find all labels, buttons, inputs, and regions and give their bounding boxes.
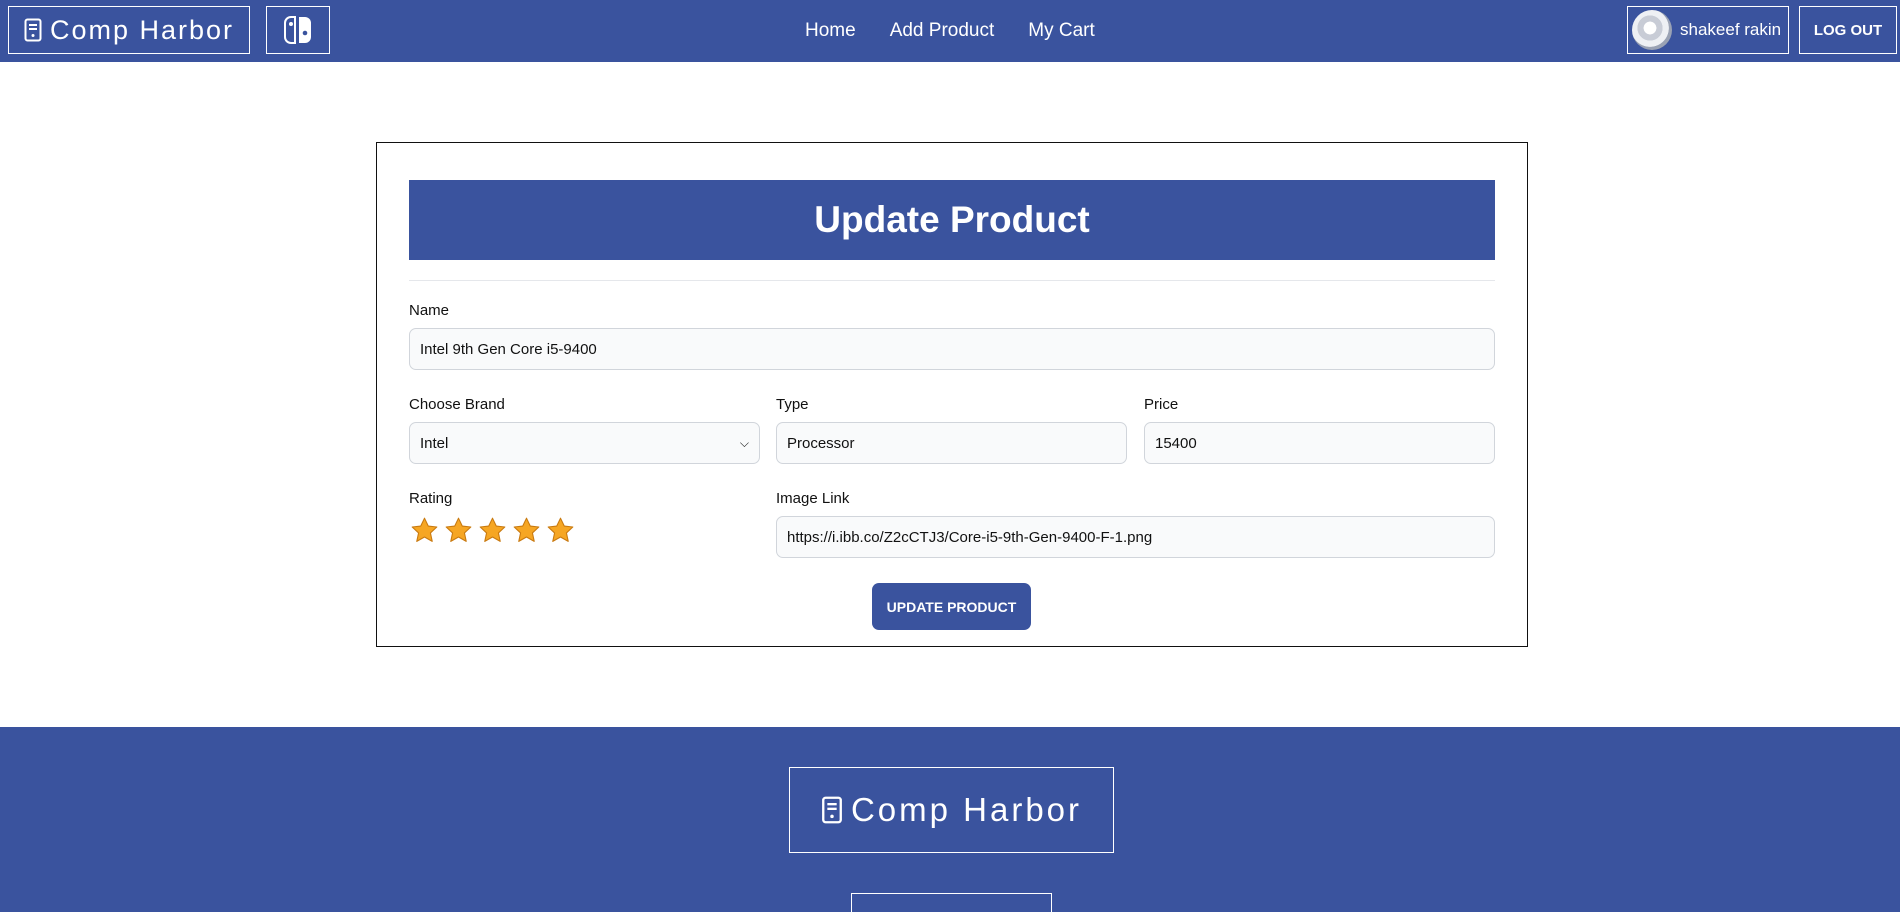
star-icon[interactable] bbox=[478, 516, 507, 545]
name-input[interactable]: Intel 9th Gen Core i5-9400 bbox=[409, 328, 1495, 370]
divider bbox=[409, 280, 1495, 281]
name-value: Intel 9th Gen Core i5-9400 bbox=[420, 340, 597, 358]
brand-name: Comp Harbor bbox=[49, 14, 235, 45]
computer-tower-icon bbox=[822, 796, 842, 824]
game-switch-icon bbox=[284, 16, 311, 44]
image-link-label: Image Link bbox=[776, 490, 850, 507]
price-value: 15400 bbox=[1155, 434, 1197, 452]
nav-link-home[interactable]: Home bbox=[805, 20, 856, 42]
brand-logo[interactable]: Comp Harbor bbox=[8, 6, 250, 54]
brand-select[interactable]: Intel ⌵ bbox=[409, 422, 760, 464]
navbar: Comp Harbor Home Add Product My Cart sha… bbox=[0, 0, 1900, 62]
chevron-down-icon: ⌵ bbox=[739, 435, 749, 450]
computer-tower-icon bbox=[24, 18, 42, 42]
star-icon[interactable] bbox=[546, 516, 575, 545]
footer: Comp Harbor bbox=[0, 727, 1900, 923]
star-icon[interactable] bbox=[444, 516, 473, 545]
image-link-value: https://i.ibb.co/Z2cCTJ3/Core-i5-9th-Gen… bbox=[787, 528, 1153, 546]
update-product-card: Update Product Name Intel 9th Gen Core i… bbox=[376, 142, 1528, 647]
footer-brand-logo[interactable]: Comp Harbor bbox=[789, 767, 1114, 853]
rating-label: Rating bbox=[409, 490, 453, 507]
nav-link-my-cart[interactable]: My Cart bbox=[1028, 20, 1095, 42]
user-name: shakeef rakin bbox=[1680, 20, 1782, 39]
price-label: Price bbox=[1144, 396, 1179, 413]
image-link-input[interactable]: https://i.ibb.co/Z2cCTJ3/Core-i5-9th-Gen… bbox=[776, 516, 1495, 558]
avatar bbox=[1632, 10, 1672, 50]
type-value: Processor bbox=[787, 434, 855, 452]
brand-label: Choose Brand bbox=[409, 396, 505, 413]
footer-nav-box bbox=[851, 893, 1052, 923]
type-input[interactable]: Processor bbox=[776, 422, 1127, 464]
rating-stars[interactable] bbox=[410, 516, 575, 545]
nav-link-add-product[interactable]: Add Product bbox=[890, 20, 995, 42]
price-input[interactable]: 15400 bbox=[1144, 422, 1495, 464]
theme-toggle-button[interactable] bbox=[266, 6, 330, 54]
form-title: Update Product bbox=[409, 180, 1495, 260]
type-label: Type bbox=[776, 396, 809, 413]
star-icon[interactable] bbox=[410, 516, 439, 545]
update-product-button[interactable]: UPDATE PRODUCT bbox=[872, 583, 1031, 630]
footer-brand-name: Comp Harbor bbox=[850, 791, 1083, 828]
brand-value: Intel bbox=[420, 434, 449, 452]
star-icon[interactable] bbox=[512, 516, 541, 545]
nav-links: Home Add Product My Cart bbox=[805, 0, 1095, 62]
logout-button[interactable]: LOG OUT bbox=[1799, 6, 1897, 54]
name-label: Name bbox=[409, 302, 450, 319]
user-profile[interactable]: shakeef rakin bbox=[1627, 6, 1789, 54]
